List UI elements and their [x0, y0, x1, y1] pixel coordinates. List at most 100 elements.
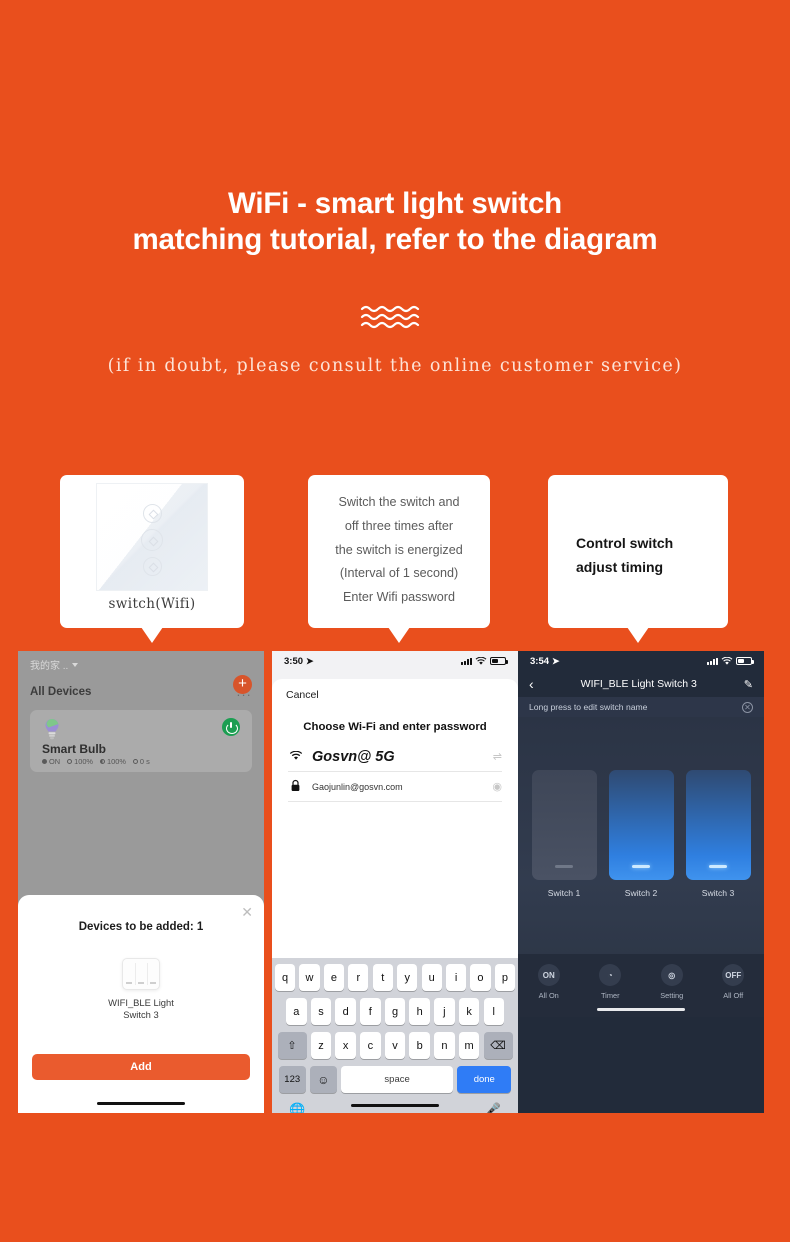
key-e[interactable]: e — [323, 964, 345, 991]
status-time: 3:54 — [530, 655, 550, 667]
close-circle-icon[interactable]: ✕ — [742, 701, 753, 713]
key-t[interactable]: t — [372, 964, 393, 991]
promo-page: WiFi - smart light switch matching tutor… — [0, 0, 790, 1242]
brightness-icon — [67, 759, 73, 764]
switch-tile-1[interactable]: Switch 1 — [531, 770, 597, 898]
device-name: Smart Bulb — [42, 742, 107, 756]
switch-panel: Switch 1 Switch 2 Switch 3 ON All On ◔ T… — [518, 717, 764, 1017]
add-device-button[interactable]: + — [233, 675, 252, 694]
key-a[interactable]: a — [286, 998, 307, 1025]
onscreen-keyboard[interactable]: q w e r t y u i o p a s d f g h j k l ⇧ … — [272, 958, 518, 1113]
keyboard-row-3: ⇧ z x c v b n m ⌫ — [275, 1032, 515, 1059]
toolbar-item-all-off[interactable]: OFF All Off — [709, 964, 757, 1000]
stat-power: ON — [42, 757, 60, 766]
switch-tile-2[interactable]: Switch 2 — [608, 770, 674, 898]
switch-divider — [134, 963, 136, 985]
key-k[interactable]: k — [458, 998, 480, 1025]
cancel-button[interactable]: Cancel — [272, 679, 518, 701]
key-p[interactable]: p — [494, 964, 516, 991]
switch-tiles: Switch 1 Switch 2 Switch 3 — [518, 717, 764, 898]
key-n[interactable]: n — [434, 1032, 455, 1059]
shift-key[interactable]: ⇧ — [277, 1032, 307, 1059]
backspace-key[interactable]: ⌫ — [483, 1032, 513, 1059]
toolbar-item-timer[interactable]: ◔ Timer — [586, 964, 634, 1000]
eye-icon[interactable]: ◉ — [492, 780, 502, 793]
instruction-line-1: Switch the switch and — [338, 495, 460, 509]
key-u[interactable]: u — [421, 964, 442, 991]
key-j[interactable]: j — [434, 998, 455, 1025]
key-z[interactable]: z — [310, 1032, 332, 1059]
key-o[interactable]: o — [470, 964, 491, 991]
callout-tail — [627, 627, 649, 643]
switch-divider — [146, 963, 148, 985]
key-x[interactable]: x — [335, 1032, 356, 1059]
key-r[interactable]: r — [348, 964, 369, 991]
key-s[interactable]: s — [310, 998, 332, 1025]
keyboard-row-2: a s d f g h j k l — [275, 998, 515, 1025]
found-device-name-line1: WIFI_BLE Light — [108, 997, 174, 1008]
key-b[interactable]: b — [409, 1032, 430, 1059]
switch-button-2-icon — [141, 529, 163, 551]
page-title-line1: WiFi - smart light switch — [227, 187, 562, 220]
stat-timer: 0 s — [132, 757, 150, 766]
switch-tile-3[interactable]: Switch 3 — [685, 770, 751, 898]
key-l[interactable]: l — [483, 998, 504, 1025]
switch-label: Switch 1 — [547, 888, 581, 898]
space-key[interactable]: space — [341, 1066, 454, 1093]
key-q[interactable]: q — [274, 964, 296, 991]
switch-indicator — [138, 982, 144, 984]
switch-indicator-icon — [709, 864, 727, 868]
toolbar-label: Timer — [600, 991, 620, 1000]
switch-network-icon[interactable]: ⇌ — [493, 750, 502, 763]
toolbar-item-all-on[interactable]: ON All On — [525, 964, 573, 1000]
keyboard-row-1: q w e r t y u i o p — [274, 964, 516, 991]
found-device-name-line2: Switch 3 — [123, 1009, 159, 1020]
key-c[interactable]: c — [360, 1032, 381, 1059]
device-card-smart-bulb[interactable]: Smart Bulb ON 100% 100% 0 s — [30, 710, 252, 772]
signal-bars-icon — [461, 657, 472, 665]
color-temp-icon — [100, 759, 105, 764]
key-h[interactable]: h — [409, 998, 430, 1025]
callout-row: switch(Wifi) Switch the switch and off t… — [0, 475, 790, 643]
three-gang-switch-icon — [122, 958, 160, 990]
instruction-lines: Switch the switch and off three times af… — [308, 475, 490, 610]
switch-tile-surface[interactable] — [685, 770, 751, 880]
numbers-key[interactable]: 123 — [278, 1066, 306, 1093]
hero-section: WiFi - smart light switch matching tutor… — [0, 0, 790, 376]
phone-screenshot-wifi-password: 3:50 ➤ Cancel Choose Wi-Fi and enter pas… — [272, 651, 518, 1113]
key-g[interactable]: g — [384, 998, 406, 1025]
emoji-key[interactable]: ☺ — [309, 1066, 337, 1093]
key-m[interactable]: m — [458, 1032, 480, 1059]
key-d[interactable]: d — [335, 998, 356, 1025]
globe-icon[interactable]: 🌐 — [289, 1102, 305, 1113]
done-key[interactable]: done — [457, 1066, 512, 1093]
wifi-ssid-row[interactable]: Gosvn@ 5G ⇌ — [288, 742, 502, 772]
close-icon[interactable]: ✕ — [241, 905, 253, 919]
callout-control: Control switch adjust timing — [548, 475, 728, 643]
status-dot-icon — [42, 759, 47, 764]
home-selector[interactable]: 我的家 .. — [30, 657, 252, 672]
battery-icon — [490, 657, 508, 665]
switch-tile-surface[interactable] — [531, 770, 597, 880]
three-gang-touch-switch-image — [96, 483, 208, 591]
switch-indicator — [126, 982, 132, 984]
light-bulb-icon — [44, 718, 60, 740]
instruction-line-5: Enter Wifi password — [343, 590, 455, 605]
key-y[interactable]: y — [397, 964, 418, 991]
chevron-left-icon[interactable]: ‹ — [529, 677, 534, 691]
callout-switch-product: switch(Wifi) — [60, 475, 244, 643]
toolbar-item-setting[interactable]: ◎ Setting — [648, 964, 696, 1000]
wave-lines-icon — [360, 304, 430, 330]
wifi-password-row[interactable]: Gaojunlin@gosvn.com ◉ — [288, 772, 502, 802]
key-v[interactable]: v — [384, 1032, 406, 1059]
add-button[interactable]: Add — [32, 1054, 250, 1080]
phone1-header: 我的家 .. — [18, 651, 264, 672]
pencil-edit-icon[interactable]: ✎ — [744, 678, 753, 691]
microphone-icon[interactable]: 🎤 — [485, 1102, 501, 1113]
key-w[interactable]: w — [299, 964, 320, 991]
key-f[interactable]: f — [360, 998, 381, 1025]
switch-indicator — [150, 982, 156, 984]
power-on-icon[interactable] — [222, 718, 240, 736]
key-i[interactable]: i — [445, 964, 467, 991]
switch-tile-surface[interactable] — [608, 770, 674, 880]
